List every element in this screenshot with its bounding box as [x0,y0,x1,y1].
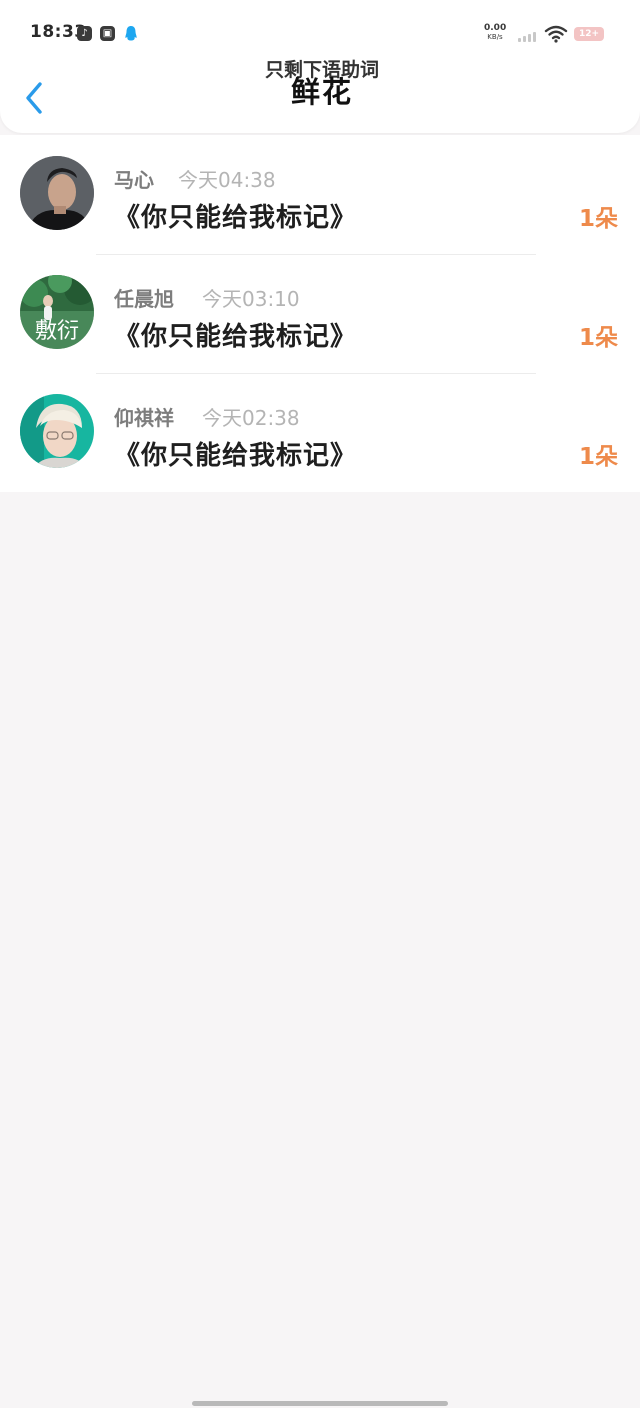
avatar-text: 敷衍 [35,319,79,344]
item-message: 《你只能给我标记》 [114,203,358,233]
item-message: 《你只能给我标记》 [114,441,358,471]
item-time: 今天03:10 [202,287,300,311]
tiktok-icon: ♪ [77,26,92,41]
title-block: 只剩下语助词 鲜花 [0,60,640,107]
list-item[interactable]: 敷衍 任晨旭 今天03:10 《你只能给我标记》 1朵 [0,254,640,373]
header: 18:33 ♪ ▣ 0.00 KB/s 12+ 只剩下语助词 鲜花 [0,0,640,133]
avatar-image: 敷衍 [20,275,94,349]
item-name: 仰祺祥 [114,406,174,430]
page-title: 鲜花 [290,75,353,109]
avatar[interactable]: 敷衍 [20,275,94,349]
avatar[interactable] [20,156,94,230]
gallery-icon: ▣ [100,26,115,41]
item-count: 1朵 [578,325,618,351]
item-count: 1朵 [578,444,618,470]
home-indicator[interactable] [192,1401,448,1406]
net-speed-unit: KB/s [487,33,503,41]
avatar-image [20,156,94,230]
status-bar: 18:33 ♪ ▣ 0.00 KB/s 12+ [0,0,640,66]
net-speed-value: 0.00 [484,23,507,33]
item-name: 任晨旭 [114,287,174,311]
network-speed: 0.00 KB/s [484,23,506,42]
item-time: 今天02:38 [202,406,300,430]
list-item[interactable]: 仰祺祥 今天02:38 《你只能给我标记》 1朵 [0,373,640,492]
gift-list: 马心 今天04:38 《你只能给我标记》 1朵 敷衍 任晨旭 今天03:10 《… [0,135,640,492]
list-item[interactable]: 马心 今天04:38 《你只能给我标记》 1朵 [0,135,640,254]
item-name: 马心 [114,168,154,192]
avatar-image [20,394,94,468]
battery-icon: 12+ [574,27,604,41]
signal-icon [518,30,540,42]
avatar[interactable] [20,394,94,468]
item-count: 1朵 [578,206,618,232]
item-message: 《你只能给我标记》 [114,322,358,352]
qq-icon [125,26,137,41]
item-time: 今天04:38 [178,168,276,192]
wifi-icon [544,25,568,43]
